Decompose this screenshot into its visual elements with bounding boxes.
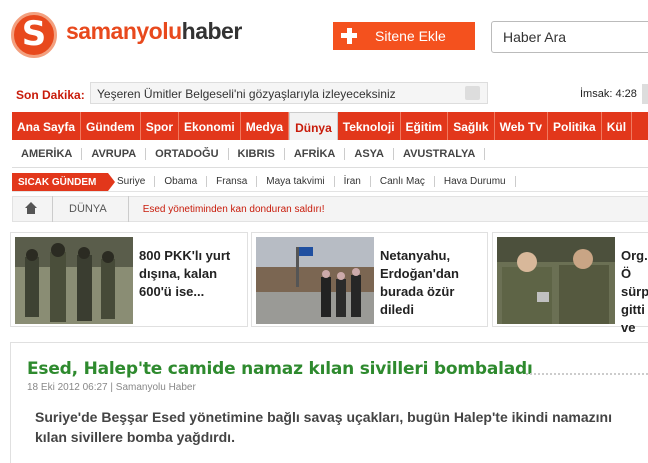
hot-topic-item[interactable]: Canlı Maç bbox=[371, 176, 435, 187]
subnav-item[interactable]: AVUSTRALYA bbox=[394, 147, 486, 160]
news-card[interactable]: 800 PKK'lı yurt dışına, kalan 600'ü ise.… bbox=[10, 232, 248, 327]
article-title[interactable]: Esed, Halep'te camide namaz kılan sivill… bbox=[27, 359, 533, 379]
prayer-time: İmsak: 4:28 bbox=[580, 88, 637, 100]
nav-item[interactable]: Eğitim bbox=[401, 112, 449, 140]
breaking-headline: Yeşeren Ümitler Belgeseli'ni gözyaşlarıy… bbox=[97, 87, 396, 101]
page: S samanyoluhaber Sitene Ekle Haber Ara S… bbox=[0, 0, 648, 463]
breaking-headline-link[interactable]: Yeşeren Ümitler Belgeseli'ni gözyaşlarıy… bbox=[90, 82, 488, 104]
logo-name-part1: samanyolu bbox=[66, 18, 182, 44]
hot-topic-item[interactable]: İran bbox=[335, 176, 371, 187]
hot-topic-item[interactable]: Maya takvimi bbox=[257, 176, 335, 187]
nav-item[interactable]: Spor bbox=[141, 112, 180, 140]
hot-topic-item[interactable]: Hava Durumu bbox=[435, 176, 516, 187]
breadcrumb-title[interactable]: Esed yönetiminden kan donduran saldırı! bbox=[133, 204, 325, 215]
breadcrumb-divider bbox=[43, 196, 53, 222]
nav-item[interactable]: Gündem bbox=[81, 112, 141, 140]
article-panel: Esed, Halep'te camide namaz kılan sivill… bbox=[10, 342, 648, 463]
add-to-site-label: Sitene Ekle bbox=[375, 28, 446, 44]
main-nav: Ana Sayfa Gündem Spor Ekonomi Medya Dünya Tekn… bbox=[12, 112, 648, 140]
subnav-item[interactable]: AFRİKA bbox=[285, 147, 346, 160]
rss-icon[interactable] bbox=[465, 86, 480, 100]
nav-item[interactable]: Kül bbox=[602, 112, 633, 140]
hot-topic-item[interactable]: Suriye bbox=[108, 176, 156, 187]
sub-nav: AMERİKA AVRUPA ORTADOĞU KIBRIS AFRİKA ASYA AVU… bbox=[12, 140, 648, 168]
subnav-item[interactable]: AVRUPA bbox=[82, 147, 147, 160]
breadcrumb: DÜNYA Esed yönetiminden kan donduran sal… bbox=[12, 196, 648, 222]
search-input[interactable]: Haber Ara bbox=[491, 21, 648, 53]
hot-topic-item[interactable]: Fransa bbox=[207, 176, 258, 187]
nav-item[interactable]: Dünya bbox=[289, 112, 338, 140]
nav-item[interactable]: Ana Sayfa bbox=[12, 112, 82, 140]
home-icon[interactable] bbox=[19, 197, 43, 221]
hot-topic-item[interactable]: Obama bbox=[155, 176, 208, 187]
search-placeholder: Haber Ara bbox=[503, 29, 567, 45]
logo-name-part2: haber bbox=[181, 18, 243, 44]
breaking-label: Son Dakika: bbox=[16, 88, 85, 102]
hot-topics-bar: SICAK GÜNDEM Suriye Obama Fransa Maya takvi… bbox=[12, 172, 648, 192]
news-card-image[interactable] bbox=[497, 237, 615, 324]
add-to-site-button[interactable]: Sitene Ekle bbox=[333, 22, 475, 50]
subnav-item[interactable]: ORTADOĞU bbox=[146, 147, 229, 160]
article-meta: 18 Eki 2012 06:27 | Samanyolu Haber bbox=[27, 382, 196, 393]
news-card[interactable]: Org. Ö sürpri gitti ve bbox=[492, 232, 648, 335]
nav-item[interactable]: Sağlık bbox=[448, 112, 495, 140]
news-card[interactable]: Netanyahu, Erdoğan'dan burada özür diled… bbox=[251, 232, 488, 327]
breadcrumb-divider bbox=[119, 196, 129, 222]
news-card-title[interactable]: Netanyahu, Erdoğan'dan burada özür diled… bbox=[380, 247, 483, 322]
news-card-image[interactable] bbox=[256, 237, 374, 324]
article-lead: Suriye'de Beşşar Esed yönetimine bağlı s… bbox=[35, 409, 612, 445]
nav-item[interactable]: Ekonomi bbox=[179, 112, 241, 140]
logo-icon[interactable]: S bbox=[11, 12, 57, 58]
site-logo[interactable]: samanyoluhaber bbox=[66, 18, 242, 45]
news-card-title[interactable]: 800 PKK'lı yurt dışına, kalan 600'ü ise.… bbox=[139, 247, 243, 322]
nav-item[interactable]: Teknoloji bbox=[338, 112, 401, 140]
plus-icon bbox=[341, 28, 357, 44]
subnav-item[interactable]: ASYA bbox=[345, 147, 394, 160]
hot-topics-label: SICAK GÜNDEM bbox=[12, 172, 115, 191]
news-card-image[interactable] bbox=[15, 237, 133, 324]
nav-item[interactable]: Medya bbox=[241, 112, 290, 140]
nav-item[interactable]: Web Tv bbox=[495, 112, 549, 140]
news-card-title[interactable]: Org. Ö sürpri gitti ve bbox=[621, 247, 648, 335]
title-divider bbox=[526, 373, 648, 375]
nav-item[interactable]: Politika bbox=[548, 112, 602, 140]
breadcrumb-section[interactable]: DÜNYA bbox=[57, 203, 119, 215]
prayer-toggle[interactable] bbox=[642, 84, 648, 104]
logo-glyph: S bbox=[21, 14, 47, 54]
subnav-item[interactable]: AMERİKA bbox=[12, 147, 83, 160]
subnav-item[interactable]: KIBRIS bbox=[229, 147, 285, 160]
